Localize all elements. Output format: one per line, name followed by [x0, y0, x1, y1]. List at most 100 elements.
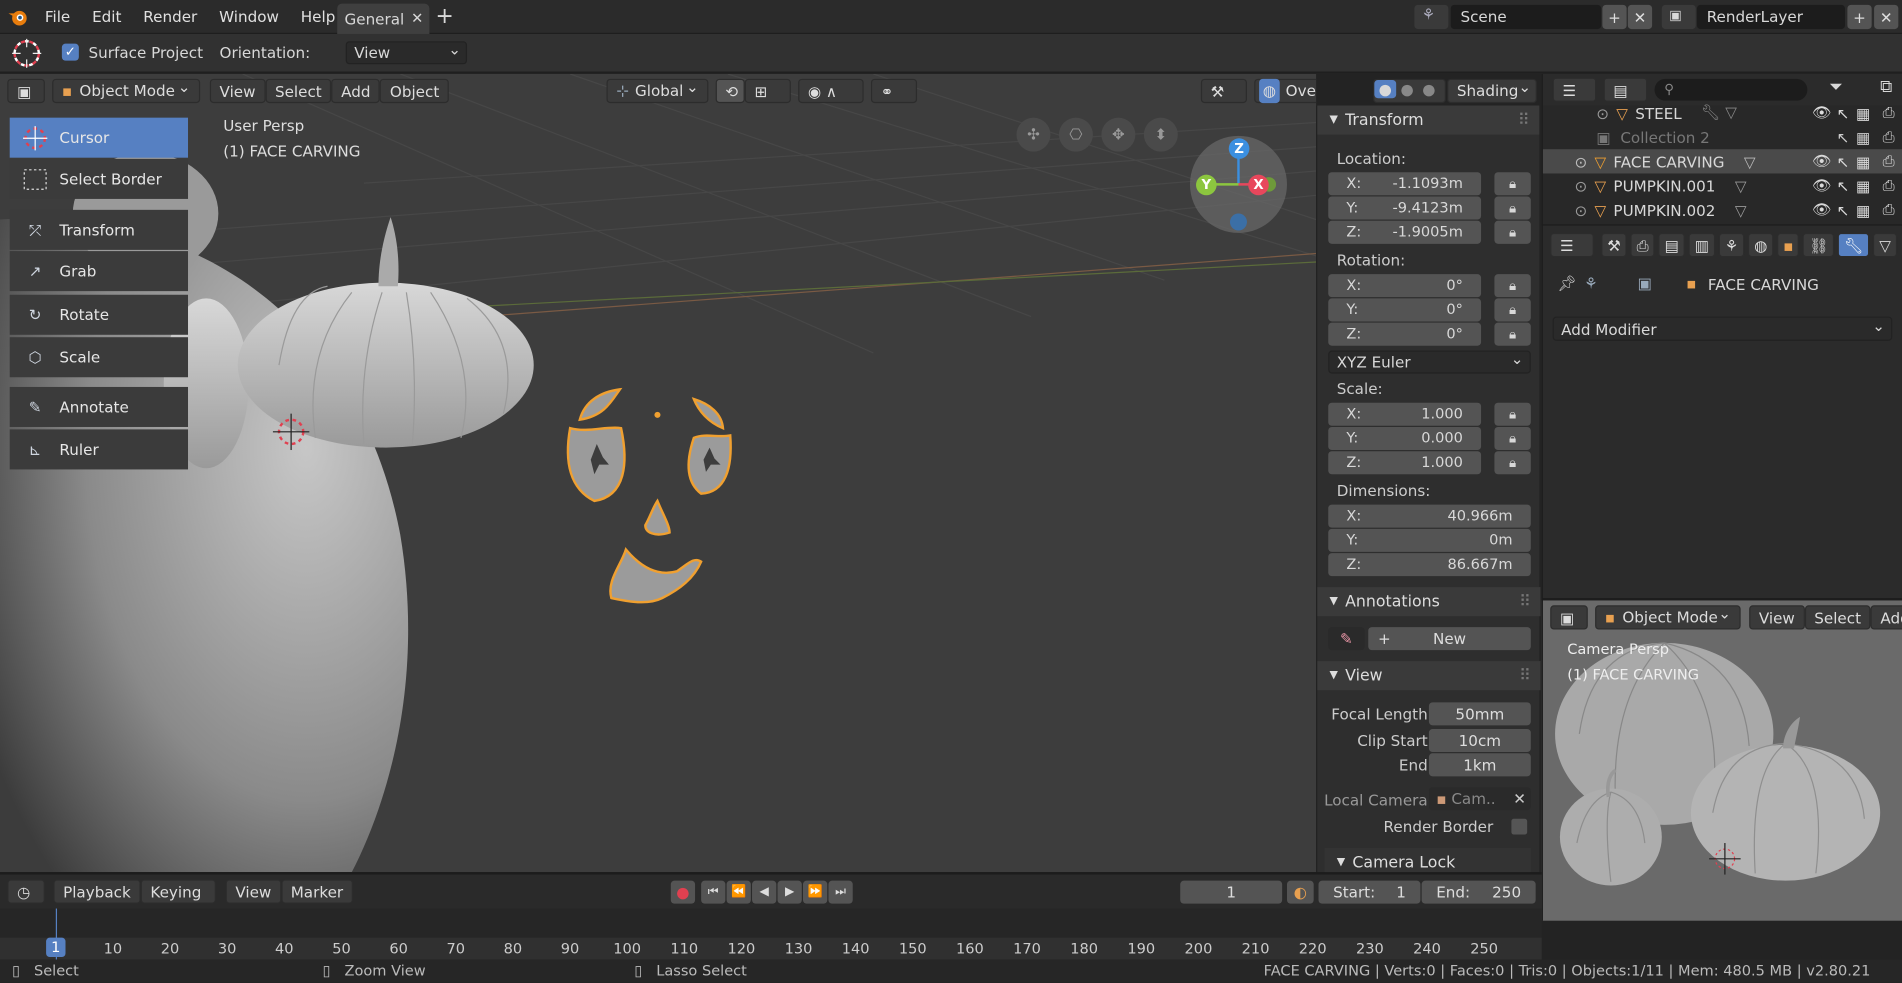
- render-disable-icon[interactable]: ⎙: [1883, 103, 1895, 122]
- axis-x-icon[interactable]: X: [1248, 174, 1269, 196]
- dimensions-y-field[interactable]: Y: 0m: [1328, 528, 1531, 552]
- tool-select-border[interactable]: Select Border: [9, 158, 189, 199]
- current-frame-field[interactable]: 1: [1180, 880, 1283, 904]
- location-y-field[interactable]: Y: -9.4123m: [1328, 196, 1482, 220]
- visibility-eye-icon[interactable]: 👁︎: [1812, 103, 1831, 122]
- new-scene-button[interactable]: +: [1602, 4, 1627, 30]
- transform-orientation-dropdown[interactable]: ⊹ Global ⌄: [606, 78, 709, 104]
- select-arrow-icon[interactable]: ↖: [1836, 176, 1849, 194]
- visibility-icon[interactable]: ⚒: [1200, 78, 1247, 104]
- view-layer-tab-icon[interactable]: ▥: [1688, 232, 1716, 258]
- orientation-dropdown[interactable]: View ⌄: [345, 40, 468, 65]
- axis-y-icon[interactable]: Y: [1196, 174, 1217, 196]
- select-arrow-icon[interactable]: ↖: [1836, 104, 1849, 122]
- record-icon[interactable]: ●: [670, 880, 696, 904]
- tool-cursor[interactable]: Cursor: [9, 117, 189, 158]
- output-tab-icon[interactable]: ▤: [1658, 232, 1685, 258]
- viewport-disable-icon[interactable]: ▦: [1856, 176, 1870, 194]
- jump-keyframe-back-icon[interactable]: ⏪: [726, 880, 751, 904]
- jump-start-icon[interactable]: ⏮: [701, 880, 726, 904]
- scene-name-field[interactable]: Scene: [1450, 4, 1602, 30]
- playhead-frame[interactable]: 1: [46, 937, 66, 958]
- editor-type-icon[interactable]: ◷: [7, 879, 45, 904]
- camera-menu-select[interactable]: Select: [1804, 605, 1871, 630]
- camera-viewport[interactable]: ▣ ▪ Object Mode⌄ View Select Add Camera P…: [1541, 598, 1902, 921]
- outliner-row-selected[interactable]: ⊙ ▽ FACE CARVING ▽ 👁︎ ↖ ▦ ⎙: [1542, 149, 1902, 174]
- orbit-icon[interactable]: ✣: [1016, 117, 1051, 152]
- viewport-disable-icon[interactable]: ▦: [1856, 201, 1870, 219]
- scene-browse-icon[interactable]: ⚘: [1414, 4, 1449, 30]
- expand-icon[interactable]: ⊙: [1574, 201, 1587, 219]
- timeline-menu-keying[interactable]: Keying ⌄: [140, 879, 216, 926]
- editor-type-icon[interactable]: ☰: [1552, 77, 1597, 102]
- render-disable-icon[interactable]: ⎙: [1883, 152, 1895, 171]
- timeline-menu-marker[interactable]: Marker: [281, 879, 353, 904]
- new-renderlayer-button[interactable]: +: [1847, 4, 1872, 30]
- delete-renderlayer-button[interactable]: ✕: [1874, 4, 1899, 30]
- drag-handle-icon[interactable]: ⠿: [1518, 111, 1530, 129]
- timeline-menu-playback[interactable]: Playback ⌄: [53, 879, 141, 926]
- focal-length-field[interactable]: 50mm: [1428, 702, 1531, 726]
- tool-scale[interactable]: ⬡ Scale: [9, 337, 189, 378]
- tool-annotate[interactable]: ✎ Annotate: [9, 386, 189, 427]
- lock-icon[interactable]: 🔒︎: [1494, 451, 1531, 475]
- delete-scene-button[interactable]: ✕: [1627, 4, 1653, 30]
- modifier-tab-icon[interactable]: 🔧︎: [1838, 232, 1870, 258]
- select-arrow-icon[interactable]: ↖: [1836, 201, 1849, 219]
- render-disable-icon[interactable]: ⎙: [1883, 176, 1895, 195]
- rotation-mode-dropdown[interactable]: XYZ Euler ⌄: [1328, 349, 1531, 374]
- tool-rotate[interactable]: ↻ Rotate: [9, 294, 189, 335]
- local-camera-field[interactable]: ▪ Cam.. ✕: [1428, 787, 1531, 811]
- drag-handle-icon[interactable]: ⠿: [1519, 667, 1531, 685]
- lock-icon[interactable]: 🔒︎: [1494, 274, 1531, 298]
- select-arrow-icon[interactable]: ↖: [1836, 152, 1849, 170]
- constraints-tab-icon[interactable]: ⛓: [1803, 232, 1835, 258]
- lock-icon[interactable]: 🔒︎: [1494, 220, 1531, 244]
- end-frame-field[interactable]: End: 250: [1421, 880, 1536, 904]
- proportional-edit-icon[interactable]: ◉ ∧: [798, 78, 864, 104]
- jump-keyframe-forward-icon[interactable]: ⏩: [803, 880, 828, 904]
- clip-start-field[interactable]: 10cm: [1428, 729, 1531, 753]
- visibility-eye-icon[interactable]: 👁︎: [1812, 152, 1831, 171]
- cursor-tool-icon[interactable]: [10, 38, 44, 70]
- annotation-pencil-icon[interactable]: ✎: [1328, 627, 1365, 651]
- lock-icon[interactable]: 🔒︎: [1494, 322, 1531, 346]
- lock-icon[interactable]: 🔒︎: [1494, 298, 1531, 322]
- snap-icon[interactable]: ⊞: [744, 78, 791, 104]
- outliner-row[interactable]: ▣ Collection 2 ↖ ▦ ⎙: [1543, 125, 1902, 149]
- select-arrow-icon[interactable]: ↖: [1836, 128, 1849, 146]
- clip-end-field[interactable]: 1km: [1428, 753, 1531, 777]
- shading-modes[interactable]: ● ● ●: [1373, 78, 1446, 104]
- rendered-shading-icon[interactable]: ●: [1418, 80, 1440, 98]
- close-tab-icon[interactable]: ✕: [411, 4, 423, 34]
- menu-window[interactable]: Window: [208, 0, 290, 34]
- tool-tab-icon[interactable]: ⚒: [1601, 232, 1627, 258]
- surface-project-checkbox[interactable]: ✓: [61, 43, 79, 61]
- navigation-axis-gizmo[interactable]: Z X Y: [1189, 135, 1288, 234]
- expand-icon[interactable]: ⊙: [1574, 152, 1587, 170]
- viewport-disable-icon[interactable]: ▦: [1856, 104, 1870, 122]
- viewport-disable-icon[interactable]: ▦: [1856, 128, 1870, 146]
- play-reverse-icon[interactable]: ◀: [752, 880, 777, 904]
- scene-tab-icon[interactable]: ⚘: [1718, 232, 1745, 258]
- scale-x-field[interactable]: X: 1.000: [1328, 402, 1482, 426]
- play-icon[interactable]: ▶: [777, 880, 802, 904]
- add-workspace-button[interactable]: +: [435, 4, 453, 29]
- render-disable-icon[interactable]: ⎙: [1883, 200, 1895, 219]
- render-border-checkbox[interactable]: [1511, 818, 1528, 835]
- outliner-row[interactable]: ⊙ ▽ PUMPKIN.001 ▽ 👁︎ ↖ ▦ ⎙: [1543, 173, 1902, 197]
- menu-edit[interactable]: Edit: [81, 0, 132, 34]
- location-x-field[interactable]: X: -1.1093m: [1328, 172, 1482, 196]
- preview-range-icon[interactable]: ◐: [1286, 880, 1314, 904]
- outliner-row[interactable]: ⊙ ▽ PUMPKIN.002 ▽ 👁︎ ↖ ▦ ⎙: [1543, 198, 1902, 222]
- location-z-field[interactable]: Z: -1.9005m: [1328, 220, 1482, 244]
- start-frame-field[interactable]: Start: 1: [1318, 880, 1421, 904]
- camera-menu-view[interactable]: View: [1749, 605, 1805, 630]
- material-shading-icon[interactable]: ●: [1396, 80, 1418, 98]
- new-annotation-button[interactable]: + New: [1368, 627, 1531, 651]
- mode-dropdown[interactable]: ▪ Object Mode ⌄: [52, 78, 201, 104]
- pivot-icon[interactable]: ⟲: [715, 78, 745, 104]
- visibility-eye-icon[interactable]: 👁︎: [1812, 176, 1831, 195]
- visibility-eye-icon[interactable]: 👁︎: [1812, 200, 1831, 219]
- dimensions-x-field[interactable]: X: 40.966m: [1328, 504, 1531, 528]
